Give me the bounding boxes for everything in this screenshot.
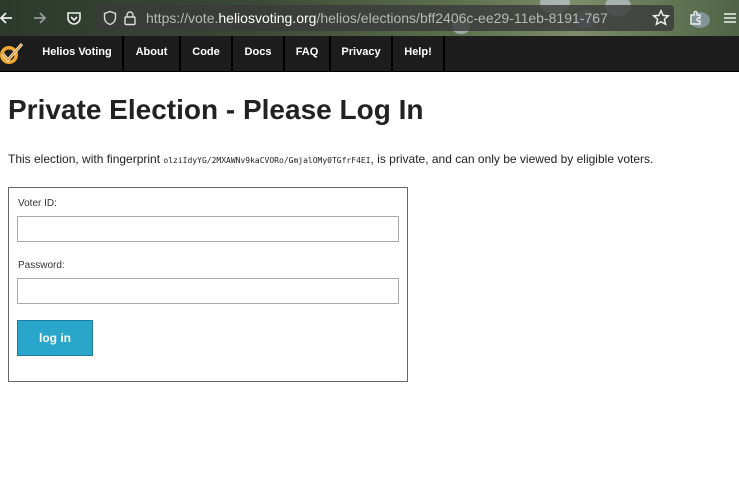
url-text[interactable]: https://vote.heliosvoting.org/helios/ele… [146, 9, 646, 27]
intro-text-after: , is private, and can only be viewed by … [370, 152, 654, 166]
extensions-icon[interactable] [684, 6, 708, 30]
menu-icon[interactable] [718, 6, 739, 30]
site-navigation: Helios Voting About Code Docs FAQ Privac… [0, 36, 739, 72]
back-icon[interactable] [0, 6, 18, 30]
lock-icon[interactable] [122, 10, 138, 26]
intro-text-before: This election, with fingerprint [8, 152, 164, 166]
url-domain: heliosvoting.org [218, 10, 317, 26]
tracking-protection-icon[interactable] [102, 10, 118, 26]
browser-toolbar: https://vote.heliosvoting.org/helios/ele… [0, 0, 739, 36]
log-in-button[interactable]: log in [17, 320, 93, 356]
pocket-icon[interactable] [62, 6, 86, 30]
voter-id-input[interactable] [17, 216, 399, 242]
password-label: Password: [18, 260, 65, 271]
address-bar[interactable]: https://vote.heliosvoting.org/helios/ele… [96, 5, 674, 31]
nav-privacy[interactable]: Privacy [331, 36, 393, 71]
election-fingerprint: olziIdyYG/2MXAWNv9kaCVORo/GmjalOMy0TGfrF… [163, 156, 371, 165]
helios-logo-icon[interactable] [0, 40, 26, 68]
voter-id-label: Voter ID: [18, 198, 57, 209]
nav-docs[interactable]: Docs [233, 36, 285, 71]
nav-about[interactable]: About [124, 36, 181, 71]
election-intro: This election, with fingerprint olziIdyY… [8, 152, 733, 166]
url-path: /helios/elections/bff2406c-ee29-11eb-819… [316, 10, 608, 26]
bookmark-star-icon[interactable] [652, 9, 670, 27]
password-input[interactable] [17, 278, 399, 304]
nav-help[interactable]: Help! [393, 36, 445, 71]
url-scheme: https://vote. [146, 10, 219, 26]
forward-icon[interactable] [28, 6, 52, 30]
nav-faq[interactable]: FAQ [285, 36, 331, 71]
nav-code[interactable]: Code [181, 36, 233, 71]
page-title: Private Election - Please Log In [8, 94, 424, 125]
login-form: Voter ID: Password: log in [8, 187, 408, 382]
nav-helios-voting[interactable]: Helios Voting [32, 36, 124, 71]
